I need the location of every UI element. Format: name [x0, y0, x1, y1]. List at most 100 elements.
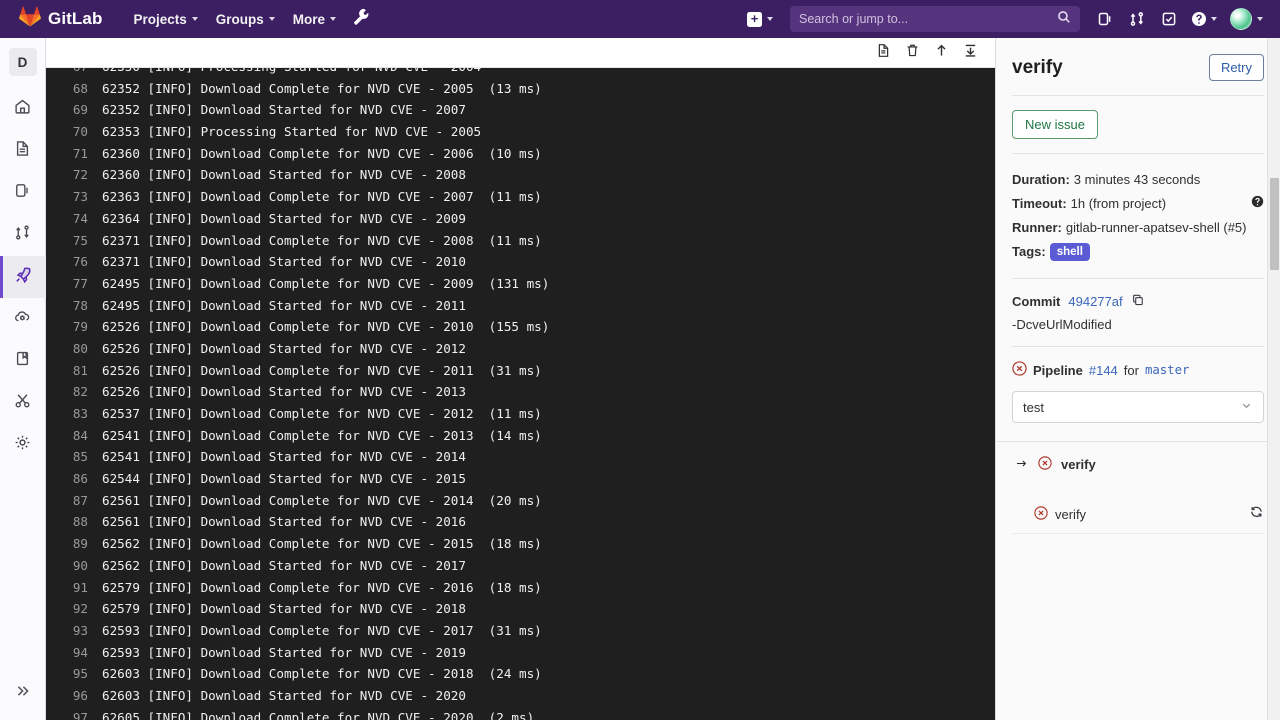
retry-button[interactable]: Retry — [1208, 54, 1264, 81]
scroll-to-bottom-button[interactable] — [957, 41, 983, 65]
nav-more[interactable]: More — [284, 6, 345, 33]
pipeline-for-text: for — [1123, 362, 1139, 378]
sidebar-item-snippets[interactable] — [0, 382, 46, 424]
sidebar-item-merge-requests[interactable] — [0, 214, 46, 256]
job-list-item[interactable]: verify — [1012, 495, 1264, 534]
retry-icon[interactable] — [1249, 505, 1264, 523]
job-header: verify Retry — [1012, 38, 1264, 95]
new-issue-button[interactable]: New issue — [1012, 110, 1098, 139]
arrow-up-icon — [934, 43, 949, 63]
duration-row: Duration: 3 minutes 43 seconds — [1012, 168, 1264, 192]
copy-icon[interactable] — [1131, 293, 1145, 310]
log-line-number[interactable]: 77 — [46, 273, 102, 295]
search-input[interactable] — [799, 12, 1057, 26]
log-line-number[interactable]: 67 — [46, 68, 102, 78]
stage-select[interactable]: test — [1012, 391, 1264, 423]
pipeline-label: Pipeline — [1033, 362, 1083, 378]
log-line-number[interactable]: 79 — [46, 316, 102, 338]
job-log-panel[interactable]: 6762350 [INFO] Processing Started for NV… — [46, 68, 995, 720]
nav-groups[interactable]: Groups — [207, 6, 284, 33]
duration-value: 3 minutes 43 seconds — [1073, 172, 1201, 187]
sidebar-item-ci-cd[interactable] — [0, 256, 46, 298]
create-new-button[interactable]: + — [740, 7, 780, 32]
issues-icon[interactable] — [1090, 4, 1120, 34]
chevron-down-icon — [1257, 17, 1263, 21]
nav-projects-label: Projects — [133, 11, 187, 27]
tags-label: Tags: — [1012, 244, 1046, 259]
rocket-icon — [14, 266, 32, 289]
sidebar-item-deployments[interactable] — [0, 298, 46, 340]
log-line-number[interactable]: 86 — [46, 468, 102, 490]
log-line-number[interactable]: 91 — [46, 577, 102, 599]
gitlab-home-link[interactable]: GitLab — [12, 6, 102, 32]
log-line-number[interactable]: 92 — [46, 598, 102, 620]
log-line-number[interactable]: 84 — [46, 425, 102, 447]
scroll-down-icon — [963, 43, 978, 63]
user-menu[interactable] — [1224, 4, 1268, 34]
page-scrollbar[interactable] — [1267, 38, 1280, 720]
log-line-number[interactable]: 83 — [46, 403, 102, 425]
gear-icon — [14, 434, 31, 456]
log-line-text: 62562 [INFO] Download Complete for NVD C… — [102, 536, 542, 552]
log-line-number[interactable]: 93 — [46, 620, 102, 642]
log-line-number[interactable]: 74 — [46, 208, 102, 230]
log-line-number[interactable]: 97 — [46, 707, 102, 720]
sidebar-item-packages-registries[interactable] — [0, 340, 46, 382]
expand-sidebar-button[interactable] — [0, 676, 46, 710]
log-line-number[interactable]: 69 — [46, 99, 102, 121]
log-line-number[interactable]: 68 — [46, 78, 102, 100]
log-line-number[interactable]: 90 — [46, 555, 102, 577]
sidebar-item-settings[interactable] — [0, 424, 46, 466]
log-line-number[interactable]: 81 — [46, 360, 102, 382]
log-line: 71 62360 [INFO] Download Complete for NVD… — [46, 143, 995, 165]
chevron-double-right-icon — [15, 683, 31, 704]
sidebar-item-project-overview[interactable] — [0, 88, 46, 130]
log-line-number[interactable]: 88 — [46, 511, 102, 533]
log-line-number[interactable]: 70 — [46, 121, 102, 143]
erase-job-log-button[interactable] — [899, 41, 925, 65]
page-scrollbar-thumb[interactable] — [1270, 178, 1279, 270]
log-line-number[interactable]: 85 — [46, 446, 102, 468]
global-search[interactable] — [790, 6, 1080, 32]
log-line-number[interactable]: 73 — [46, 186, 102, 208]
log-line: 93 62593 [INFO] Download Complete for NVD… — [46, 620, 995, 642]
pipeline-id-link[interactable]: #144 — [1089, 363, 1118, 378]
log-line-number[interactable]: 76 — [46, 251, 102, 273]
home-icon — [14, 98, 31, 120]
log-line: 82 62526 [INFO] Download Started for NVD … — [46, 381, 995, 403]
log-line-number[interactable]: 87 — [46, 490, 102, 512]
log-line-text: 62603 [INFO] Download Started for NVD CV… — [102, 687, 466, 703]
raw-document-icon — [876, 43, 891, 63]
log-line-number[interactable]: 95 — [46, 663, 102, 685]
show-complete-raw-button[interactable] — [870, 41, 896, 65]
question-circle-icon[interactable] — [1251, 192, 1264, 216]
log-line-number[interactable]: 82 — [46, 381, 102, 403]
log-line-number[interactable]: 78 — [46, 295, 102, 317]
pipeline-ref-link[interactable]: master — [1145, 363, 1189, 377]
log-line-number[interactable]: 71 — [46, 143, 102, 165]
todos-icon[interactable] — [1154, 4, 1184, 34]
log-line-text: 62360 [INFO] Download Complete for NVD C… — [102, 145, 542, 161]
commit-sha-link[interactable]: 494277af — [1068, 294, 1122, 309]
admin-area-link[interactable] — [345, 2, 378, 36]
nav-projects[interactable]: Projects — [124, 6, 206, 33]
top-nav-right-group: + — [740, 4, 1268, 34]
nav-groups-label: Groups — [215, 11, 264, 27]
timeout-value: 1h (from project) — [1070, 196, 1167, 211]
log-line-number[interactable]: 89 — [46, 533, 102, 555]
scroll-to-top-button[interactable] — [928, 41, 954, 65]
log-line-number[interactable]: 72 — [46, 164, 102, 186]
merge-requests-icon[interactable] — [1122, 4, 1152, 34]
log-line-number[interactable]: 94 — [46, 642, 102, 664]
project-avatar-initial[interactable]: D — [8, 48, 37, 76]
log-line-number[interactable]: 75 — [46, 230, 102, 252]
commit-section: Commit 494277af -DcveUrlModified — [1012, 279, 1264, 346]
log-line-text: 62562 [INFO] Download Started for NVD CV… — [102, 557, 466, 573]
log-line-number[interactable]: 96 — [46, 685, 102, 707]
help-icon[interactable] — [1186, 4, 1222, 34]
log-line: 76 62371 [INFO] Download Started for NVD … — [46, 251, 995, 273]
log-line-number[interactable]: 80 — [46, 338, 102, 360]
sidebar-item-repository[interactable] — [0, 130, 46, 172]
document-icon — [14, 140, 31, 162]
sidebar-item-issues[interactable] — [0, 172, 46, 214]
